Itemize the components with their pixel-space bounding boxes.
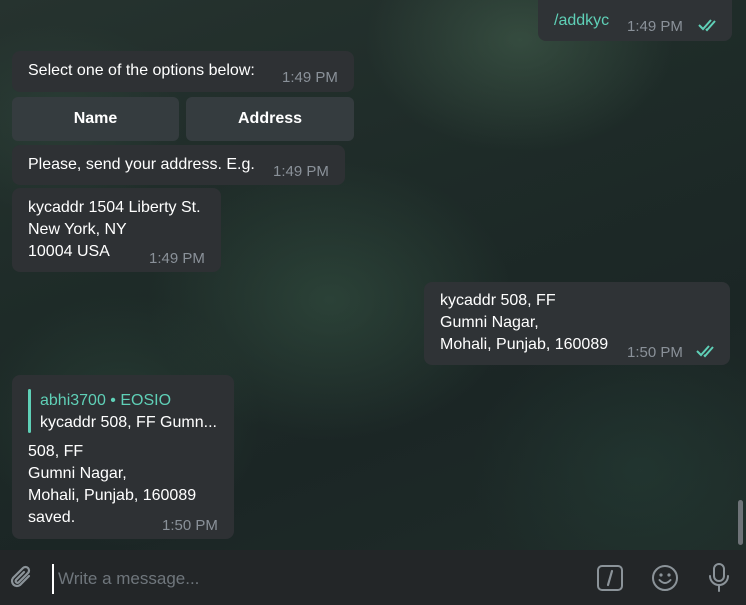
message-time: 1:50 PM <box>162 517 218 534</box>
incoming-message-select-options: Select one of the options below: 1:49 PM <box>12 51 354 92</box>
message-time: 1:49 PM <box>273 163 329 180</box>
message-time: 1:49 PM <box>149 250 205 267</box>
reply-quote-bar <box>28 389 31 433</box>
double-check-icon <box>698 16 720 38</box>
incoming-message-example-address: kycaddr 1504 Liberty St. New York, NY 10… <box>12 188 221 272</box>
incoming-message-saved: abhi3700 • EOSIO kycaddr 508, FF Gumn...… <box>12 375 234 539</box>
inline-button-address[interactable]: Address <box>186 97 354 141</box>
message-input[interactable] <box>52 564 580 594</box>
reply-snippet[interactable]: kycaddr 508, FF Gumn... <box>40 412 217 434</box>
command-link[interactable]: /addkyc <box>554 10 609 32</box>
slash-command-icon[interactable] <box>596 564 624 597</box>
message-text: Select one of the options below: <box>28 62 255 79</box>
outgoing-message-addkyc[interactable]: /addkyc 1:49 PM <box>538 0 732 41</box>
paperclip-icon[interactable] <box>9 564 35 597</box>
message-time: 1:49 PM <box>627 18 683 35</box>
incoming-message-send-address: Please, send your address. E.g. 1:49 PM <box>12 145 345 185</box>
reply-author[interactable]: abhi3700 • EOSIO <box>40 390 171 412</box>
double-check-icon <box>696 342 718 364</box>
chat-scrollbar[interactable] <box>738 500 743 545</box>
outgoing-message-address[interactable]: kycaddr 508, FF Gumni Nagar, Mohali, Pun… <box>424 282 730 365</box>
chat-background: /addkyc 1:49 PM Select one of the option… <box>0 0 746 550</box>
message-time: 1:50 PM <box>627 344 683 361</box>
message-text: kycaddr 508, FF Gumni Nagar, Mohali, Pun… <box>440 292 609 353</box>
message-composer <box>0 550 746 605</box>
microphone-icon[interactable] <box>707 562 731 599</box>
inline-button-name[interactable]: Name <box>12 97 179 141</box>
emoji-icon[interactable] <box>650 563 680 598</box>
message-text: Please, send your address. E.g. <box>28 156 255 173</box>
message-time: 1:49 PM <box>282 69 338 86</box>
